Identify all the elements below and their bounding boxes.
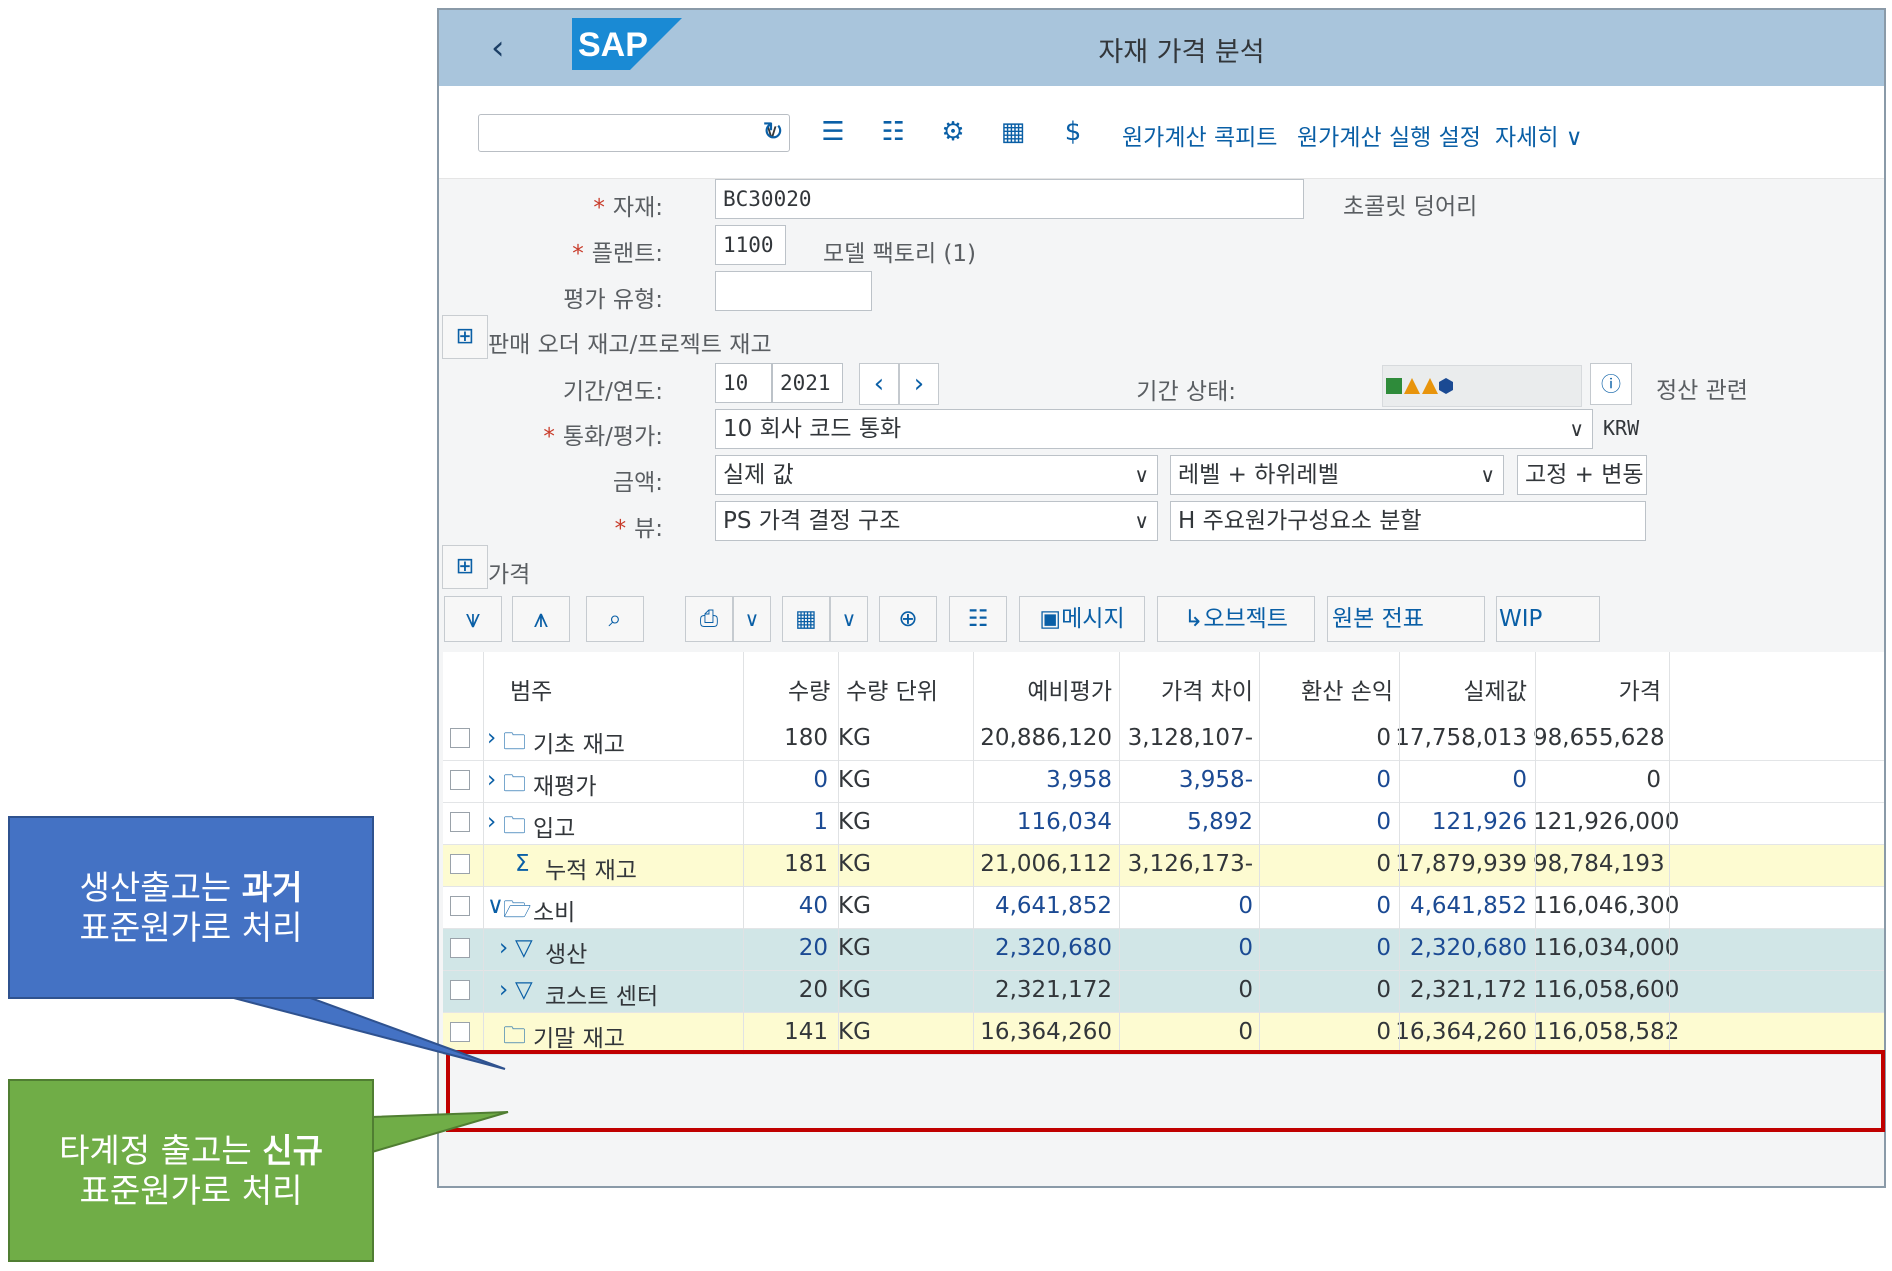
callout-production: 생산출고는 과거 표준원가로 처리 (8, 816, 374, 999)
callout-other-account: 타계정 출고는 신규 표준원가로 처리 (8, 1079, 374, 1262)
